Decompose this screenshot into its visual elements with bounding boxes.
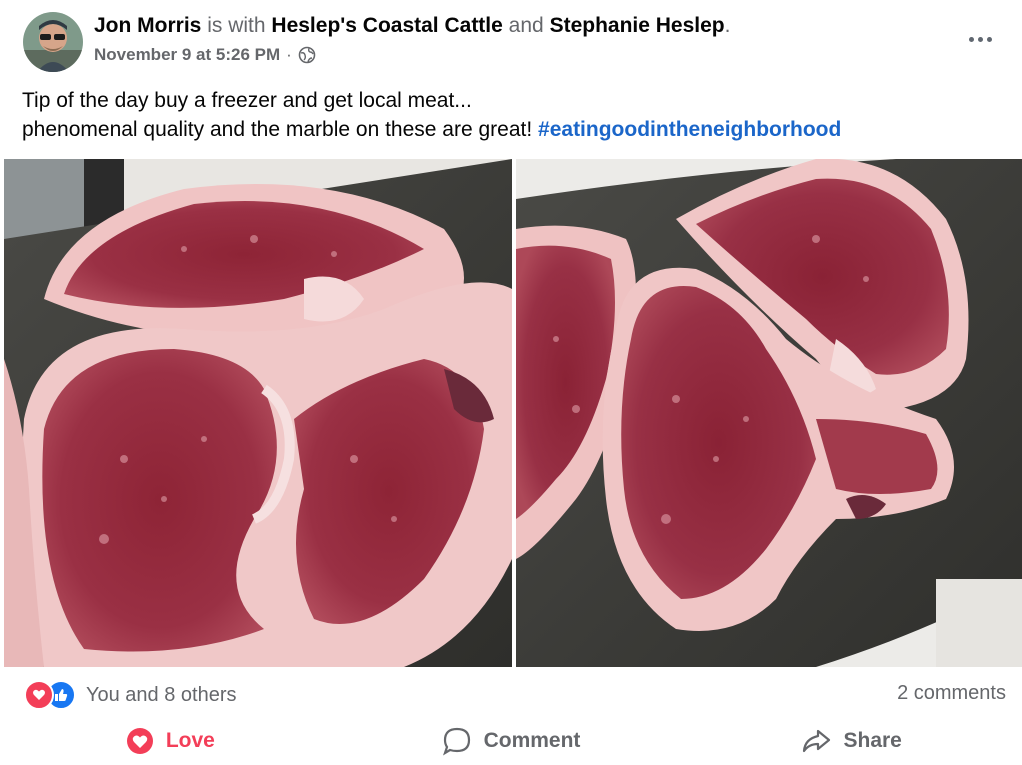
post-text: Tip of the day buy a freezer and get loc… [22, 86, 841, 144]
love-button[interactable]: Love [0, 718, 341, 763]
reaction-count-text: You and 8 others [86, 683, 237, 706]
post-timestamp[interactable]: November 9 at 5:26 PM [94, 43, 280, 67]
love-icon [126, 727, 153, 754]
comment-button-label: Comment [483, 728, 581, 752]
tagged-page-link[interactable]: Heslep's Coastal Cattle [271, 14, 502, 37]
and-text: and [508, 14, 544, 37]
post-photo-2[interactable] [516, 159, 1022, 667]
share-icon [803, 729, 831, 752]
share-button-label: Share [843, 728, 902, 752]
hashtag-link[interactable]: #eatingoodintheneighborhood [538, 118, 841, 141]
post-photo-1[interactable] [4, 159, 512, 667]
comment-button[interactable]: Comment [341, 718, 682, 763]
post-text-line-2-body: phenomenal quality and the marble on the… [22, 118, 533, 141]
post-action-bar: Love Comment Share [0, 718, 1022, 763]
feed-post: Jon Morris is with Heslep's Coastal Catt… [0, 0, 1022, 765]
author-name[interactable]: Jon Morris [94, 14, 201, 37]
comment-icon [442, 727, 470, 755]
author-avatar[interactable] [23, 12, 83, 72]
tagged-person-link[interactable]: Stephanie Heslep [550, 14, 725, 37]
share-button[interactable]: Share [681, 718, 1022, 763]
reactions-summary[interactable]: You and 8 others [24, 680, 237, 710]
post-text-line-2: phenomenal quality and the marble on the… [22, 115, 841, 144]
post-header: Jon Morris is with Heslep's Coastal Catt… [94, 12, 730, 40]
love-button-label: Love [165, 728, 215, 752]
with-text: is with [207, 14, 266, 37]
love-reaction-icon [24, 680, 54, 710]
post-text-line-1: Tip of the day buy a freezer and get loc… [22, 89, 472, 112]
globe-icon[interactable] [298, 46, 316, 64]
meta-separator: · [286, 45, 292, 64]
more-options-icon[interactable] [960, 24, 1000, 54]
post-meta: November 9 at 5:26 PM · [94, 43, 316, 67]
header-period: . [724, 14, 731, 37]
comments-count-link[interactable]: 2 comments [897, 682, 1006, 705]
